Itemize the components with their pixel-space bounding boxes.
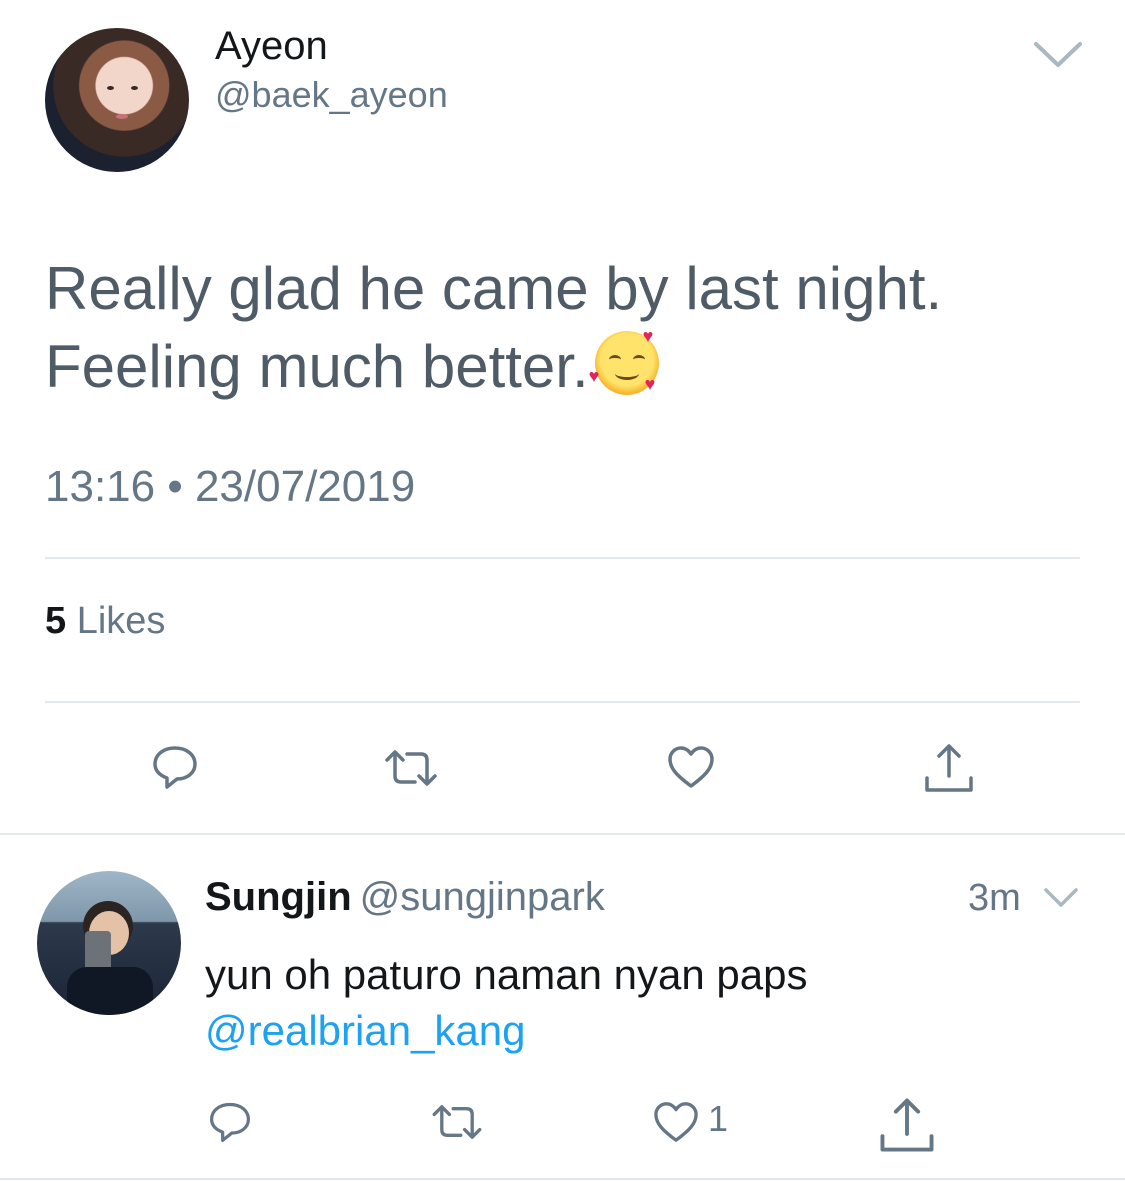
like-icon[interactable] bbox=[666, 744, 716, 790]
reply-mention-link[interactable]: @realbrian_kang bbox=[205, 1003, 1085, 1059]
tweet-text-line-2: Feeling much better. ♥ ♥ ♥ bbox=[45, 327, 1075, 406]
author-handle[interactable]: @baek_ayeon bbox=[215, 74, 448, 116]
retweet-icon[interactable] bbox=[383, 748, 439, 788]
chevron-down-icon[interactable] bbox=[1043, 887, 1079, 909]
divider bbox=[0, 833, 1125, 835]
reply-text-body: yun oh paturo naman nyan paps bbox=[205, 951, 808, 998]
retweet-icon[interactable] bbox=[430, 1103, 484, 1141]
reply-display-name[interactable]: Sungjin bbox=[205, 875, 352, 919]
tweet-text-line-1: Really glad he came by last night. bbox=[45, 255, 943, 322]
like-icon[interactable] bbox=[652, 1100, 700, 1144]
reply-author[interactable]: Sungjin @sungjinpark bbox=[205, 875, 605, 920]
chevron-down-icon[interactable] bbox=[1033, 40, 1083, 70]
divider bbox=[0, 1178, 1125, 1180]
tweet-timestamp[interactable]: 13:16 • 23/07/2019 bbox=[45, 462, 415, 512]
reply-avatar[interactable] bbox=[37, 871, 181, 1015]
smiling-face-with-hearts-icon: ♥ ♥ ♥ bbox=[589, 327, 659, 395]
avatar[interactable] bbox=[45, 28, 189, 172]
likes-count[interactable]: 5 Likes bbox=[45, 600, 165, 643]
reply-icon[interactable] bbox=[207, 1099, 253, 1145]
tweet-text: Really glad he came by last night. Feeli… bbox=[45, 250, 1075, 406]
reply-text: yun oh paturo naman nyan paps @realbrian… bbox=[205, 947, 1085, 1059]
reply-like-count: 1 bbox=[708, 1098, 729, 1139]
reply-time: 3m bbox=[968, 877, 1021, 919]
divider bbox=[45, 701, 1080, 703]
share-icon[interactable] bbox=[876, 1096, 938, 1154]
divider bbox=[45, 557, 1080, 559]
author-display-name[interactable]: Ayeon bbox=[215, 24, 328, 69]
share-icon[interactable] bbox=[922, 742, 976, 794]
reply-handle[interactable]: @sungjinpark bbox=[360, 875, 605, 919]
reply-icon[interactable] bbox=[150, 742, 200, 792]
